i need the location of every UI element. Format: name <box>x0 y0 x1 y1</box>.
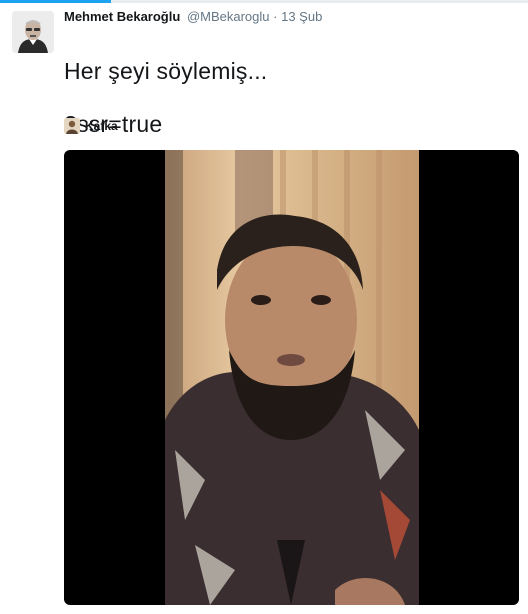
separator-dot: · <box>273 9 278 24</box>
tweet-text: Her şeyi söylemiş... ?ssr=true <box>64 28 267 168</box>
avatar-image <box>12 11 54 53</box>
tweet-date[interactable]: 13 Şub <box>281 9 322 24</box>
author-handle[interactable]: @MBekaroglu <box>187 9 270 24</box>
media-video[interactable] <box>64 150 519 605</box>
tweet-header: Mehmet Bekaroğlu @MBekaroglu · 13 Şub <box>64 9 322 24</box>
tweet-text-line1: Her şeyi söylemiş... <box>64 58 268 84</box>
location-thumbnail-icon <box>64 118 80 134</box>
loading-progress-fill <box>0 0 111 3</box>
location-tag[interactable]: Kafka <box>64 117 118 135</box>
avatar[interactable] <box>12 11 54 53</box>
loading-progress-bar <box>0 0 528 3</box>
video-frame <box>165 150 419 605</box>
author-name[interactable]: Mehmet Bekaroğlu <box>64 9 180 24</box>
location-label: Kafka <box>85 119 118 133</box>
video-still <box>165 150 419 605</box>
